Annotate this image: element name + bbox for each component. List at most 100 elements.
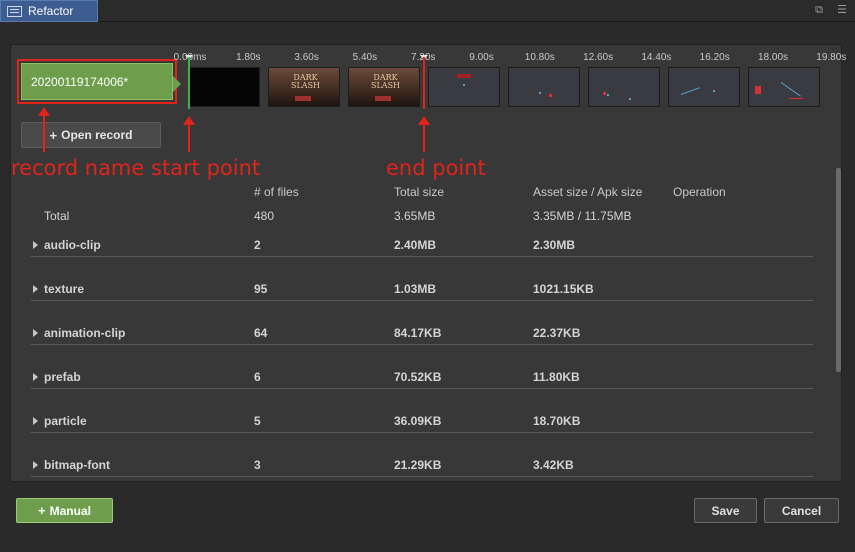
asset-type-name: bitmap-font [44, 458, 110, 472]
frame-thumbnail[interactable] [668, 67, 740, 107]
restore-window-icon[interactable]: ⧉ [813, 4, 825, 16]
frame-thumbnail[interactable]: DARK SLASH [268, 67, 340, 107]
record-name-label: 20200119174006* [31, 74, 129, 89]
record-name-annotation: record name [11, 156, 145, 180]
start-marker-line[interactable] [188, 57, 190, 109]
header-files: # of files [254, 185, 299, 199]
record-name-arrow-shaft [43, 114, 45, 152]
asset-type-name: texture [44, 282, 85, 296]
expand-caret-icon[interactable] [33, 461, 38, 469]
title-bar: Refactor ⧉ ☰ [0, 0, 855, 22]
row-divider [31, 300, 813, 301]
frame-thumbnail[interactable]: DARK SLASH [348, 67, 420, 107]
asset-size: 22.37KB [533, 326, 581, 340]
expand-caret-icon[interactable] [33, 329, 38, 337]
vertical-scrollbar[interactable] [836, 168, 841, 372]
asset-size: 2.30MB [533, 238, 576, 252]
frame-thumbnail[interactable] [188, 67, 260, 107]
total-size: 36.09KB [394, 414, 442, 428]
expand-caret-icon[interactable] [33, 373, 38, 381]
frame-decor [629, 98, 631, 100]
file-count: 2 [254, 238, 261, 252]
frame-title: DARK SLASH [291, 73, 321, 90]
start-point-arrow-shaft [188, 123, 190, 152]
frame-decor [789, 98, 803, 99]
frame-decor [680, 87, 700, 95]
frame-thumbnail[interactable] [748, 67, 820, 107]
total-label: Total [44, 209, 70, 223]
expand-caret-icon[interactable] [33, 417, 38, 425]
expand-caret-icon[interactable] [33, 285, 38, 293]
frame-decor [755, 86, 761, 94]
frame-decor [713, 90, 715, 92]
frame-thumbnail[interactable] [428, 67, 500, 107]
row-divider [31, 344, 813, 345]
total-size: 70.52KB [394, 370, 442, 384]
file-count: 64 [254, 326, 268, 340]
frame-decor [463, 84, 465, 86]
total-size: 84.17KB [394, 326, 442, 340]
timeline-tick-label: 1.80s [236, 52, 261, 63]
file-count: 95 [254, 282, 268, 296]
menu-icon[interactable]: ☰ [836, 4, 848, 16]
expand-caret-icon[interactable] [33, 241, 38, 249]
frame-decor [539, 92, 541, 94]
frame-button-graphic [375, 96, 391, 101]
asset-type-name: particle [44, 414, 87, 428]
asset-size: 3.42KB [533, 458, 574, 472]
timeline-tick-label: 16.20s [699, 52, 730, 63]
end-point-annotation: end point [386, 156, 486, 180]
asset-size: 11.80KB [533, 370, 580, 384]
header-asset-apk-size: Asset size / Apk size [533, 185, 643, 199]
record-name-button[interactable]: 20200119174006* [21, 63, 181, 100]
timeline-tick-label: 10.80s [524, 52, 555, 63]
manual-label: Manual [49, 503, 91, 518]
panel-icon [7, 5, 22, 17]
asset-size: 1021.15KB [533, 282, 594, 296]
plus-icon: + [38, 503, 46, 518]
total-asset-apk: 3.35MB / 11.75MB [533, 209, 632, 223]
row-divider [31, 256, 813, 257]
manual-button[interactable]: + Manual [16, 498, 113, 523]
asset-size: 18.70KB [533, 414, 581, 428]
frame-decor [603, 92, 606, 95]
tab-refactor[interactable]: Refactor [0, 0, 98, 22]
tab-title: Refactor [28, 4, 74, 18]
header-operation: Operation [673, 185, 726, 199]
frame-decor [457, 74, 471, 78]
open-record-label: Open record [61, 128, 133, 142]
asset-type-name: audio-clip [44, 238, 101, 252]
frame-decor [780, 82, 801, 97]
timeline-tick-label: 5.40s [352, 52, 378, 63]
total-files: 480 [254, 209, 275, 223]
row-divider [31, 432, 813, 433]
file-count: 6 [254, 370, 261, 384]
asset-type-name: animation-clip [44, 326, 126, 340]
timeline-tick-label: 19.80s [816, 52, 847, 63]
cancel-button[interactable]: Cancel [764, 498, 839, 523]
total-size: 1.03MB [394, 282, 437, 296]
file-count: 5 [254, 414, 261, 428]
frame-decor [607, 94, 609, 96]
timeline-tick-label: 9.00s [469, 52, 494, 63]
plus-icon: + [49, 127, 58, 143]
frame-title: DARK SLASH [371, 73, 401, 90]
row-divider [31, 388, 813, 389]
end-marker-line[interactable] [423, 57, 425, 109]
total-size: 2.40MB [394, 238, 437, 252]
save-button[interactable]: Save [694, 498, 757, 523]
total-size: 21.29KB [394, 458, 442, 472]
frame-thumbnail[interactable] [588, 67, 660, 107]
asset-type-name: prefab [44, 370, 81, 384]
timeline-tick-label: 14.40s [641, 52, 672, 63]
header-total-size: Total size [394, 185, 445, 199]
frame-thumbnail[interactable] [508, 67, 580, 107]
open-record-button[interactable]: + Open record [21, 122, 161, 148]
timeline-tick-label: 3.60s [294, 52, 319, 63]
file-count: 3 [254, 458, 261, 472]
start-point-annotation: start point [151, 156, 261, 180]
row-divider [31, 476, 813, 477]
end-point-arrow-shaft [423, 123, 425, 152]
total-size: 3.65MB [394, 209, 436, 223]
record-name-highlight: 20200119174006* [17, 59, 181, 104]
